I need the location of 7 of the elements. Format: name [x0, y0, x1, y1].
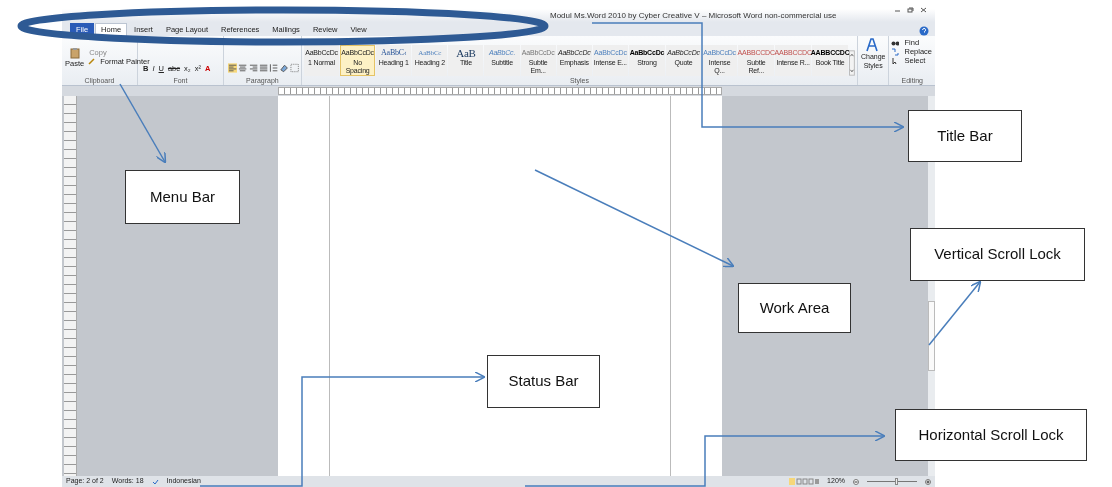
callout-label: Menu Bar	[125, 170, 240, 224]
callout-label: Work Area	[738, 283, 851, 333]
callout-label: Horizontal Scroll Lock	[895, 409, 1087, 461]
callout-label: Title Bar	[908, 110, 1022, 162]
callout-label: Vertical Scroll Lock	[910, 228, 1085, 281]
callout-label: Status Bar	[487, 355, 600, 408]
window-title: Modul Ms.Word 2010 by Cyber Creative V – Microsoft Word non-commercial use	[549, 11, 838, 20]
